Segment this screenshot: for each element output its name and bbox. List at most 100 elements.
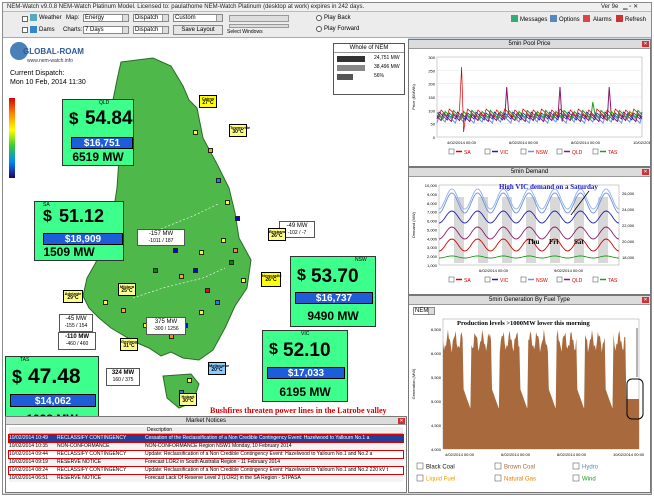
vic-region-box[interactable]: VIC $ 52.10 $17,033 6195 MW bbox=[262, 330, 348, 402]
legend-checkbox[interactable] bbox=[520, 148, 527, 155]
y-tick-label: 6,000 bbox=[427, 219, 438, 224]
y-tick-label: 150 bbox=[428, 95, 435, 100]
version-label: Ver 9e bbox=[601, 4, 619, 10]
play-forward-radio[interactable] bbox=[316, 26, 322, 32]
legend-checkbox[interactable] bbox=[572, 474, 580, 482]
y-axis-label: Price ($/MWh) bbox=[411, 84, 416, 110]
notice-type: RESERVE NOTICE bbox=[57, 475, 102, 481]
legend-checkbox[interactable] bbox=[556, 148, 563, 155]
power-station-marker[interactable] bbox=[221, 238, 226, 243]
power-station-marker[interactable] bbox=[225, 200, 230, 205]
messages-icon[interactable] bbox=[511, 15, 518, 22]
legend-label: VIC bbox=[500, 150, 509, 156]
power-station-marker[interactable] bbox=[241, 278, 246, 283]
power-station-marker[interactable] bbox=[121, 308, 126, 313]
date-slider-2[interactable] bbox=[229, 24, 289, 28]
notice-row[interactable]: 10/02/2014 06:51 RESERVE NOTICE Forecast L… bbox=[9, 475, 403, 482]
alarms-label[interactable]: Alarms bbox=[593, 17, 612, 23]
legend-checkbox[interactable] bbox=[448, 276, 455, 283]
legend-checkbox[interactable] bbox=[448, 148, 455, 155]
vic-region-name: VIC bbox=[301, 331, 310, 337]
alarms-icon[interactable] bbox=[583, 15, 590, 22]
power-station-marker[interactable] bbox=[153, 268, 158, 273]
qld-region-box[interactable]: QLD $ 54.84 $16,751 6519 MW bbox=[62, 99, 134, 166]
legend-checkbox[interactable] bbox=[556, 276, 563, 283]
dispatch-select-1[interactable]: Dispatch bbox=[133, 14, 169, 22]
legend-checkbox[interactable] bbox=[572, 462, 580, 470]
dams-checkbox[interactable] bbox=[22, 27, 28, 33]
power-station-marker[interactable] bbox=[205, 288, 210, 293]
qni-flow-box[interactable]: -157 MW -1011 / 187 bbox=[137, 229, 185, 246]
charts-select[interactable]: 7 Days bbox=[83, 26, 129, 34]
nsw-region-box[interactable]: NSW $ 53.70 $16,737 9490 MW bbox=[290, 256, 376, 327]
power-station-marker[interactable] bbox=[103, 300, 108, 305]
heywood-flow-box[interactable]: -45 MW -155 / 154 bbox=[59, 314, 93, 332]
power-station-marker[interactable] bbox=[233, 248, 238, 253]
dispatch-select-2[interactable]: Dispatch bbox=[133, 26, 169, 34]
notice-row[interactable]: 10/02/2014 09:19 RESERVE NOTICE Forecast L… bbox=[9, 459, 403, 466]
close-icon[interactable]: ✕ bbox=[642, 169, 649, 175]
legend-checkbox[interactable] bbox=[592, 276, 599, 283]
notice-type: RECLASSIFY CONTINGENCY bbox=[57, 451, 127, 457]
dams-label: Dams bbox=[39, 27, 55, 33]
vic-nsw-flow-box[interactable]: 375 MW -300 / 1256 bbox=[146, 317, 186, 335]
temp-brisbane: Brisbane 26°C bbox=[268, 228, 286, 241]
vic-demand: $17,033 bbox=[267, 367, 345, 379]
power-station-marker[interactable] bbox=[193, 268, 198, 273]
notice-time: 10/02/2014 10:35 bbox=[9, 443, 48, 449]
power-station-marker[interactable] bbox=[229, 260, 234, 265]
demand-panel: 5min Demand ✕ 10,000 9,000 8,000 7,000 6,000… bbox=[408, 167, 651, 295]
custom-select[interactable]: Custom bbox=[173, 14, 223, 22]
save-layout-button[interactable]: Save Layout bbox=[173, 25, 223, 35]
murraylink-flow-box[interactable]: -110 MW -460 / 460 bbox=[58, 332, 96, 350]
temp-brisbane-value: 26°C bbox=[271, 233, 283, 239]
close-icon[interactable]: ✕ bbox=[398, 418, 405, 424]
power-station-marker[interactable] bbox=[193, 130, 198, 135]
basslink-flow-box[interactable]: 324 MW 160 / 375 bbox=[106, 368, 140, 386]
power-station-marker[interactable] bbox=[216, 178, 221, 183]
temp-melbourne: Melbourne 20°C bbox=[208, 362, 229, 375]
legend-label: Wind bbox=[582, 477, 596, 483]
power-station-marker[interactable] bbox=[199, 250, 204, 255]
toolbar: Weather Dams Map: Energy Charts: 7 Days … bbox=[3, 12, 651, 38]
legend-checkbox[interactable] bbox=[484, 148, 491, 155]
options-icon[interactable] bbox=[550, 15, 557, 22]
notice-row[interactable]: 10/02/2014 10:49 RECLASSIFY CONTINGENCY Ce… bbox=[8, 434, 404, 443]
map-select[interactable]: Energy bbox=[83, 14, 129, 22]
options-label[interactable]: Options bbox=[559, 17, 580, 23]
legend-checkbox[interactable] bbox=[484, 276, 491, 283]
close-icon[interactable]: ✕ bbox=[642, 41, 649, 47]
power-station-marker[interactable] bbox=[179, 274, 184, 279]
power-station-marker[interactable] bbox=[199, 310, 204, 315]
heywood-flow-limits: -155 / 154 bbox=[64, 323, 88, 329]
refresh-icon[interactable] bbox=[616, 15, 623, 22]
sa-region-box[interactable]: SA $ 51.12 $18,909 1509 MW bbox=[34, 201, 124, 261]
legend-checkbox[interactable] bbox=[494, 462, 502, 470]
power-station-marker[interactable] bbox=[187, 378, 192, 383]
nsw-region-name: NSW bbox=[355, 257, 367, 263]
close-icon[interactable]: ✕ bbox=[642, 297, 649, 303]
refresh-label[interactable]: Refresh bbox=[625, 17, 646, 23]
legend-checkbox[interactable] bbox=[494, 474, 502, 482]
power-station-marker[interactable] bbox=[173, 248, 178, 253]
notice-row[interactable]: 10/02/2014 08:24 RECLASSIFY CONTINGENCY Up… bbox=[8, 466, 404, 475]
window-controls[interactable]: ▁ ▫ ✕ bbox=[623, 4, 649, 11]
weather-checkbox[interactable] bbox=[22, 16, 28, 22]
select-windows-label[interactable]: Select Windows bbox=[227, 29, 263, 35]
legend-checkbox[interactable] bbox=[416, 462, 424, 470]
notice-row[interactable]: 10/02/2014 09:44 RECLASSIFY CONTINGENCY Up… bbox=[8, 450, 404, 459]
y-tick-label: 3,000 bbox=[427, 245, 438, 250]
power-station-marker[interactable] bbox=[208, 148, 213, 153]
legend-checkbox[interactable] bbox=[520, 276, 527, 283]
messages-label[interactable]: Messages bbox=[520, 17, 547, 23]
notice-row[interactable]: 10/02/2014 10:35 NON-CONFORMANCE NON-CONFO… bbox=[9, 443, 403, 450]
play-back-radio[interactable] bbox=[316, 15, 322, 21]
legend-checkbox[interactable] bbox=[592, 148, 599, 155]
day-label: Thu bbox=[527, 238, 540, 246]
date-slider-1[interactable] bbox=[229, 15, 289, 22]
legend-checkbox[interactable] bbox=[416, 474, 424, 482]
play-back-label: Play Back bbox=[324, 15, 351, 21]
power-station-marker[interactable] bbox=[235, 216, 240, 221]
tas-dollar-sign: $ bbox=[12, 367, 23, 387]
power-station-marker[interactable] bbox=[215, 300, 220, 305]
